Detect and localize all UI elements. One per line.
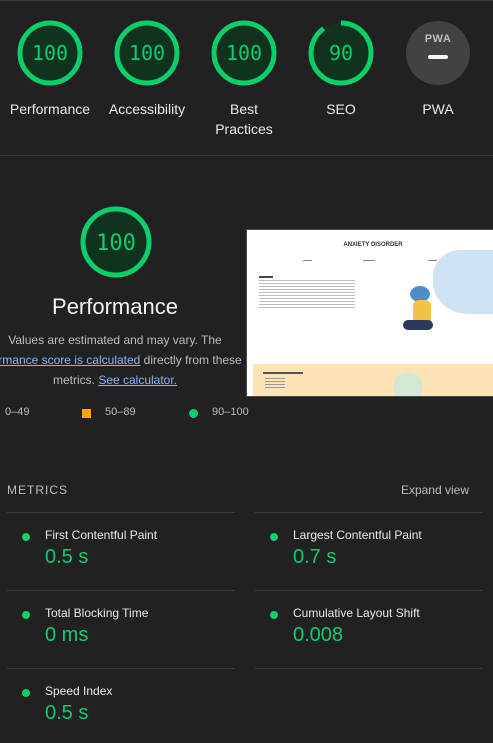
thumbnail-paragraph bbox=[259, 280, 355, 310]
thumbnail-title: ANXIETY DISORDER bbox=[343, 242, 403, 248]
thumbnail-nav-item: ▬▬▬ bbox=[303, 258, 312, 262]
pwa-badge-icon: PWA bbox=[406, 21, 470, 85]
gauge-ring: 100 bbox=[211, 20, 277, 86]
pass-dot-icon bbox=[270, 611, 278, 619]
pass-dot-icon bbox=[270, 533, 278, 541]
thumbnail-illustration-bg bbox=[433, 250, 493, 314]
see-calculator-link[interactable]: See calculator. bbox=[98, 373, 177, 387]
gauge-performance[interactable]: 100 Performance bbox=[2, 19, 98, 119]
gauge-label: PWA bbox=[422, 101, 454, 117]
thumbnail-band-heading bbox=[263, 372, 303, 374]
divider bbox=[255, 590, 482, 591]
metrics-header: METRICS bbox=[7, 483, 68, 497]
pwa-badge-text: PWA bbox=[424, 33, 452, 45]
metric-value: 0.5 s bbox=[45, 702, 89, 724]
gauge-label: Accessibility bbox=[108, 101, 186, 117]
final-screenshot-thumbnail[interactable]: ANXIETY DISORDER ▬▬▬ ▬▬▬▬ ▬▬▬ bbox=[246, 229, 493, 397]
score-gauges-row: 100 Performance 100 Accessibility 100 Be… bbox=[0, 0, 493, 156]
gauge-accessibility[interactable]: 100 Accessibility bbox=[99, 19, 195, 119]
gauge-best-practices[interactable]: 100 Best Practices bbox=[196, 19, 292, 139]
desc-text: Values are estimated and may vary. The bbox=[8, 333, 222, 347]
thumbnail-band bbox=[253, 364, 493, 396]
metric-name: Total Blocking Time bbox=[45, 606, 149, 620]
gauge-ring: 100 bbox=[17, 20, 83, 86]
metric-name: Cumulative Layout Shift bbox=[293, 606, 420, 620]
metric-value: 0.7 s bbox=[293, 546, 337, 568]
legend-average: 50–89 bbox=[105, 406, 136, 418]
thumbnail-nav-item: ▬▬▬▬ bbox=[363, 258, 375, 262]
metric-value: 0.5 s bbox=[45, 546, 89, 568]
gauge-ring: 100 bbox=[114, 20, 180, 86]
performance-score: 100 bbox=[96, 231, 136, 256]
expand-view-button[interactable]: Expand view bbox=[401, 483, 469, 497]
gauge-label: Performance bbox=[9, 101, 91, 117]
gauge-label: SEO bbox=[326, 101, 356, 117]
gauge-score: 100 bbox=[129, 41, 165, 65]
gauge-score: 90 bbox=[329, 41, 353, 65]
desc-text: metrics. bbox=[52, 373, 99, 387]
pass-dot-icon bbox=[22, 533, 30, 541]
gauge-label: Best Practices bbox=[215, 101, 273, 137]
metric-name: Largest Contentful Paint bbox=[293, 528, 422, 542]
pwa-dash bbox=[428, 55, 448, 59]
score-legend: 0–49 50–89 90–100 bbox=[0, 406, 260, 422]
gauge-ring: 90 bbox=[308, 20, 374, 86]
score-calculated-link[interactable]: formance score is calculated bbox=[0, 353, 140, 367]
divider bbox=[7, 512, 235, 513]
pass-dot-icon bbox=[22, 611, 30, 619]
performance-gauge: 100 bbox=[80, 206, 152, 278]
divider bbox=[7, 668, 235, 669]
divider bbox=[7, 590, 235, 591]
metric-name: First Contentful Paint bbox=[45, 528, 158, 542]
metric-value: 0.008 bbox=[293, 624, 344, 646]
gauge-seo[interactable]: 90 SEO bbox=[293, 19, 389, 119]
thumbnail-heading bbox=[259, 276, 273, 278]
gauge-score: 100 bbox=[32, 41, 68, 65]
legend-pass: 90–100 bbox=[212, 406, 249, 418]
gauge-score: 100 bbox=[226, 41, 262, 65]
thumbnail-band-illustration bbox=[393, 372, 423, 396]
performance-title: Performance bbox=[52, 294, 178, 319]
divider bbox=[255, 668, 482, 669]
pass-dot-icon bbox=[189, 409, 198, 418]
thumbnail-band-list bbox=[265, 378, 285, 390]
thumbnail-page: ANXIETY DISORDER ▬▬▬ ▬▬▬▬ ▬▬▬ bbox=[253, 236, 493, 396]
gauge-pwa[interactable]: PWA PWA bbox=[390, 19, 486, 119]
divider bbox=[255, 512, 482, 513]
desc-text: directly from these bbox=[140, 353, 242, 367]
metric-name: Speed Index bbox=[45, 684, 113, 698]
thumbnail-nav-item: ▬▬▬ bbox=[428, 258, 437, 262]
thumbnail-figure-legs bbox=[403, 320, 433, 330]
metric-value: 0 ms bbox=[45, 624, 89, 646]
average-square-icon bbox=[82, 409, 91, 418]
pass-dot-icon bbox=[22, 689, 30, 697]
legend-fail: 0–49 bbox=[5, 406, 30, 418]
performance-description: Values are estimated and may vary. The f… bbox=[0, 330, 270, 390]
